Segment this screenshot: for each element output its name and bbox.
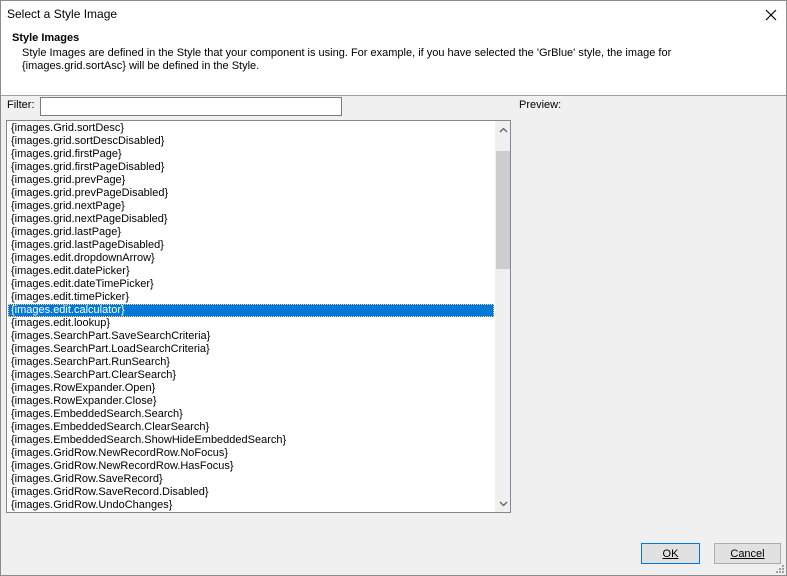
header-title: Style Images [12,32,80,44]
close-button[interactable] [756,1,786,28]
list-items-container: {images.Grid.sortDesc} {images.grid.sortD… [8,122,494,512]
list-item[interactable]: {images.SearchPart.LoadSearchCriteria} [8,343,494,356]
window-title: Select a Style Image [7,7,118,21]
list-item[interactable]: {images.edit.datePicker} [8,265,494,278]
list-item[interactable]: {images.edit.dateTimePicker} [8,278,494,291]
list-item[interactable]: {images.GridRow.UndoChanges} [8,499,494,512]
chevron-down-icon [499,501,507,506]
list-item[interactable]: {images.RowExpander.Open} [8,382,494,395]
ok-button[interactable]: OK [641,543,700,564]
scroll-up-button[interactable] [495,121,510,138]
vertical-scrollbar[interactable] [495,121,510,512]
list-item[interactable]: {images.edit.timePicker} [8,291,494,304]
list-item[interactable]: {images.GridRow.SaveRecord.Disabled} [8,486,494,499]
list-item[interactable]: {images.Grid.sortDesc} [8,122,494,135]
list-item[interactable]: {images.EmbeddedSearch.ShowHideEmbeddedS… [8,434,494,447]
cancel-button-label: Cancel [730,547,765,560]
ok-button-label: OK [662,547,679,560]
cancel-button[interactable]: Cancel [714,543,781,564]
list-item[interactable]: {images.grid.lastPage} [8,226,494,239]
dialog-header: Style Images Style Images are defined in… [1,28,786,96]
list-item[interactable]: {images.grid.prevPage} [8,174,494,187]
list-item[interactable]: {images.grid.nextPage} [8,200,494,213]
list-item[interactable]: {images.grid.lastPageDisabled} [8,239,494,252]
header-description: Style Images are defined in the Style th… [22,47,672,72]
resize-grip-icon[interactable] [774,563,784,573]
list-item[interactable]: {images.edit.calculator} [8,304,494,317]
scroll-down-button[interactable] [495,495,510,512]
list-item[interactable]: {images.GridRow.NewRecordRow.HasFocus} [8,460,494,473]
scrollbar-thumb[interactable] [496,151,510,269]
list-item[interactable]: {images.grid.nextPageDisabled} [8,213,494,226]
list-item[interactable]: {images.edit.lookup} [8,317,494,330]
list-item[interactable]: {images.SearchPart.SaveSearchCriteria} [8,330,494,343]
list-item[interactable]: {images.GridRow.NewRecordRow.NoFocus} [8,447,494,460]
list-item[interactable]: {images.SearchPart.ClearSearch} [8,369,494,382]
filter-label: Filter: [7,99,35,111]
list-item[interactable]: {images.edit.dropdownArrow} [8,252,494,265]
list-item[interactable]: {images.grid.firstPage} [8,148,494,161]
style-image-list[interactable]: {images.Grid.sortDesc} {images.grid.sortD… [6,120,511,513]
list-item[interactable]: {images.GridRow.SaveRecord} [8,473,494,486]
select-style-image-dialog: Select a Style Image Style Images Style … [0,0,787,576]
list-item[interactable]: {images.SearchPart.RunSearch} [8,356,494,369]
list-item[interactable]: {images.grid.firstPageDisabled} [8,161,494,174]
preview-label: Preview: [519,99,562,111]
list-item[interactable]: {images.grid.sortDescDisabled} [8,135,494,148]
title-bar: Select a Style Image [1,1,786,28]
list-item[interactable]: {images.EmbeddedSearch.ClearSearch} [8,421,494,434]
filter-input[interactable] [40,97,342,116]
close-icon [765,9,777,20]
list-item[interactable]: {images.EmbeddedSearch.Search} [8,408,494,421]
list-item[interactable]: {images.grid.prevPageDisabled} [8,187,494,200]
chevron-up-icon [499,127,507,132]
list-item[interactable]: {images.RowExpander.Close} [8,395,494,408]
